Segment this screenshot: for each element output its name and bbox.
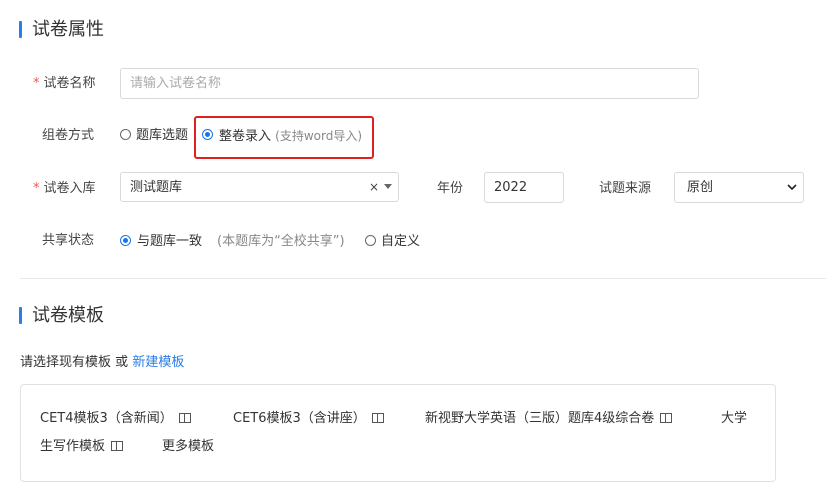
year-value: 2022 — [494, 180, 528, 195]
required-mark: * — [33, 76, 40, 91]
template-name: CET4模板3（含新闻） — [40, 411, 173, 426]
template-name: 新视野大学英语（三版）题库4级综合卷 — [425, 411, 655, 426]
section-accent-bar — [19, 21, 22, 38]
paper-bank-value: 测试题库 — [130, 180, 183, 195]
template-prompt-text: 请选择现有模板 — [20, 355, 112, 370]
radio-bank-select[interactable] — [120, 129, 131, 140]
template-card — [20, 384, 776, 482]
template-name: 生写作模板 — [40, 439, 106, 454]
or-text: 或 — [115, 355, 129, 370]
paper-bank-label: * 试卷入库 — [33, 181, 96, 197]
paper-name-input[interactable]: 请输入试卷名称 — [120, 68, 699, 99]
share-note: (本题库为“全校共享”) — [217, 234, 345, 249]
template-name: CET6模板3（含讲座） — [233, 411, 366, 426]
book-icon[interactable] — [178, 413, 191, 423]
chevron-down-icon[interactable] — [384, 184, 392, 189]
template-item[interactable]: CET4模板3（含新闻） — [40, 411, 191, 427]
year-label: 年份 — [437, 181, 464, 196]
template-item[interactable]: 大学 — [721, 411, 747, 427]
section-title-template: 试卷模板 — [32, 305, 104, 326]
highlight-box — [194, 116, 374, 159]
radio-bank-select-label[interactable]: 题库选题 — [136, 128, 188, 144]
source-value: 原创 — [687, 180, 714, 195]
paper-bank-select[interactable]: 测试题库 — [120, 172, 399, 202]
compose-method-label: 组卷方式 — [42, 128, 95, 143]
radio-share-custom[interactable] — [365, 235, 376, 246]
more-templates-link[interactable]: 更多模板 — [162, 439, 214, 455]
template-item[interactable]: 生写作模板 — [40, 439, 124, 455]
template-name: 大学 — [721, 411, 748, 426]
book-icon[interactable] — [111, 441, 124, 451]
section-title-properties: 试卷属性 — [32, 19, 104, 40]
paper-name-label: * 试卷名称 — [33, 76, 96, 92]
source-label: 试题来源 — [599, 181, 652, 196]
paper-bank-label-text: 试卷入库 — [43, 181, 96, 196]
radio-share-same-label[interactable]: 与题库一致 — [137, 234, 202, 250]
chevron-down-icon[interactable] — [787, 183, 797, 191]
template-item[interactable]: 新视野大学英语（三版）题库4级综合卷 — [425, 411, 673, 427]
new-template-link[interactable]: 新建模板 — [132, 355, 184, 370]
clear-icon[interactable]: × — [369, 181, 379, 193]
book-icon[interactable] — [660, 413, 673, 423]
paper-name-label-text: 试卷名称 — [43, 76, 96, 91]
radio-share-custom-label[interactable]: 自定义 — [381, 234, 420, 250]
template-prompt: 请选择现有模板 或 新建模板 — [20, 355, 184, 371]
section-divider — [20, 278, 826, 279]
paper-name-placeholder: 请输入试卷名称 — [130, 76, 222, 91]
share-status-label: 共享状态 — [42, 233, 95, 248]
template-item[interactable]: CET6模板3（含讲座） — [233, 411, 384, 427]
required-mark: * — [33, 181, 40, 196]
book-icon[interactable] — [371, 413, 384, 423]
source-select[interactable]: 原创 — [674, 172, 804, 203]
radio-share-same[interactable] — [120, 235, 131, 246]
section-accent-bar — [19, 307, 22, 324]
year-input[interactable]: 2022 — [484, 172, 564, 203]
